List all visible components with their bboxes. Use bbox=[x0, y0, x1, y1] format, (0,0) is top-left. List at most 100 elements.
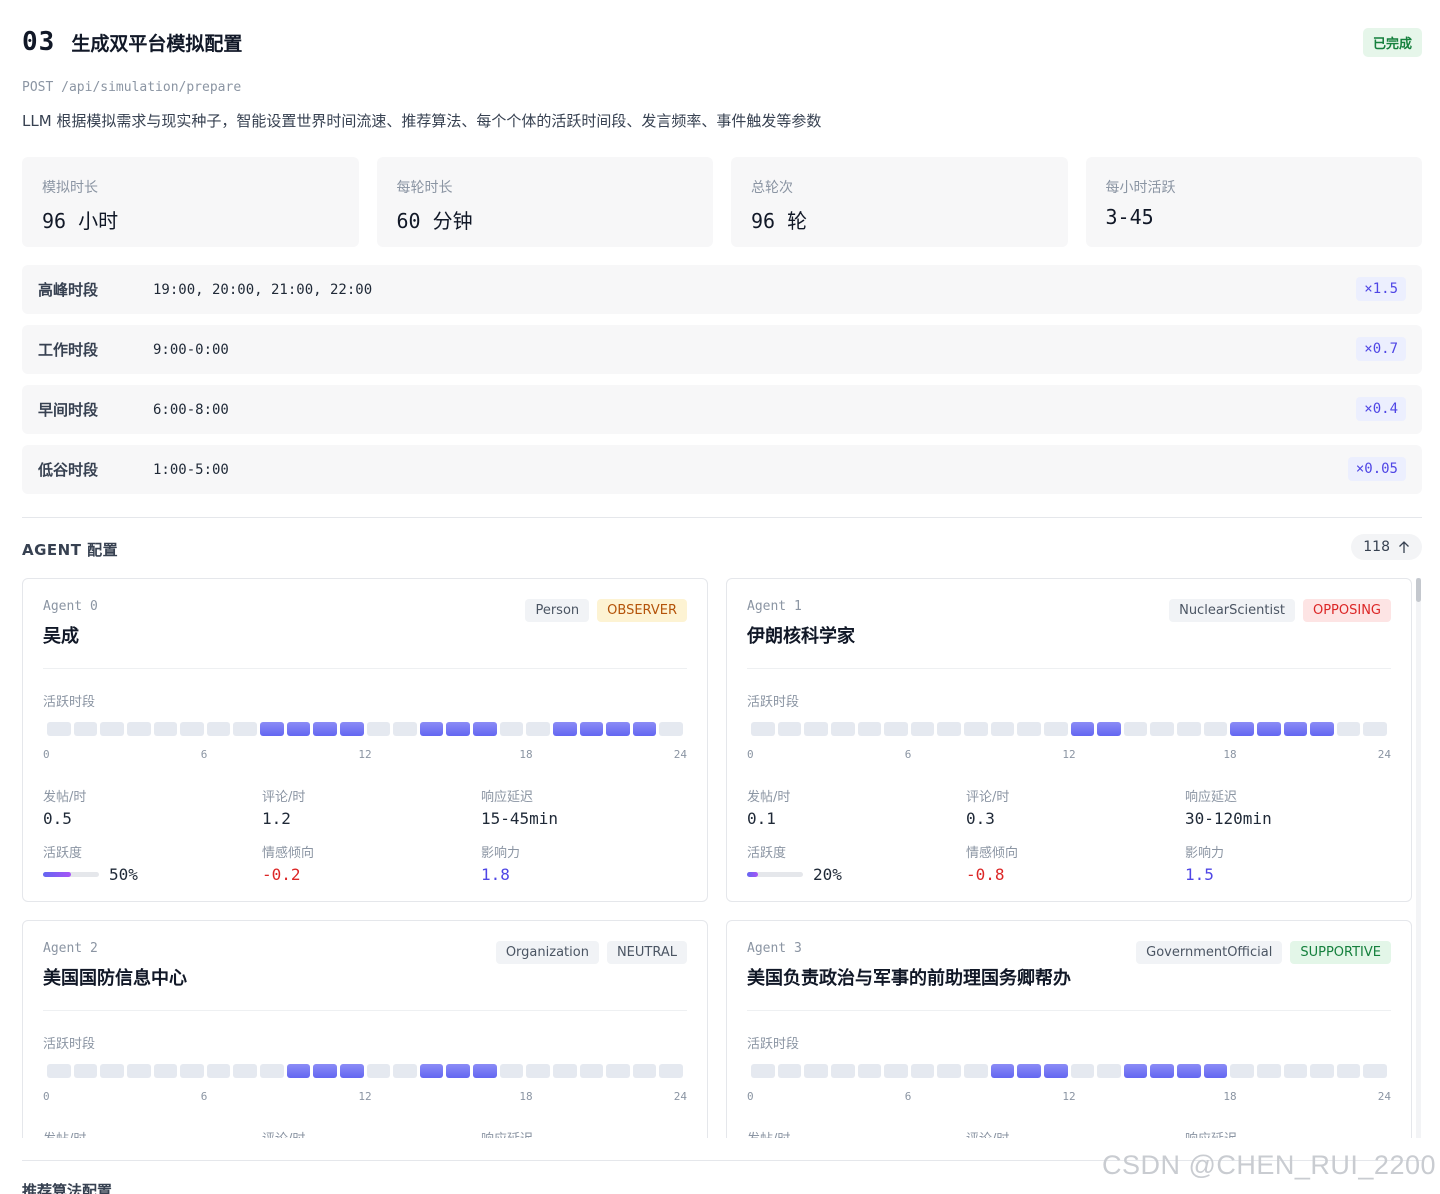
hour-cell bbox=[1043, 1064, 1068, 1078]
agent-name: 伊朗核科学家 bbox=[747, 626, 855, 647]
stance-tag: OBSERVER bbox=[597, 599, 687, 622]
metric-value: 0.3 bbox=[966, 809, 995, 828]
metric-comments: 评论/时 bbox=[966, 1128, 1185, 1138]
metric-label: 发帖/时 bbox=[43, 1128, 262, 1138]
metric-value: 15-45min bbox=[481, 809, 559, 828]
hour-cell bbox=[1150, 1064, 1174, 1078]
hour-cell bbox=[180, 1064, 204, 1078]
hour-axis: 0 6 12 18 24 bbox=[747, 1090, 1391, 1106]
hour-cell bbox=[180, 722, 204, 736]
hour-cell bbox=[1203, 1064, 1228, 1078]
metric-sentiment: 情感倾向 -0.2 bbox=[262, 842, 481, 884]
hour-cell bbox=[1070, 722, 1095, 736]
hour-cell bbox=[804, 722, 828, 736]
hour-tick-label: 0 bbox=[43, 748, 50, 761]
hour-cell bbox=[777, 722, 802, 736]
hour-cell bbox=[1310, 722, 1334, 736]
agent-card[interactable]: Agent 0 吴成 Person OBSERVER 活跃时段 0 6 12 18 24… bbox=[22, 578, 708, 902]
hour-cell bbox=[233, 1064, 257, 1078]
metric-influence: 影响力 1.5 bbox=[1185, 842, 1391, 884]
hour-tick-label: 18 bbox=[1223, 1090, 1237, 1103]
agents-scrollbar[interactable] bbox=[1416, 578, 1421, 1138]
stat-label: 每小时活跃 bbox=[1105, 180, 1176, 196]
hour-cell bbox=[552, 1064, 577, 1078]
hour-cell bbox=[632, 1064, 657, 1078]
agent-card[interactable]: Agent 1 伊朗核科学家 NuclearScientist OPPOSING… bbox=[726, 578, 1412, 902]
hour-cell bbox=[884, 1064, 908, 1078]
metric-label: 响应延迟 bbox=[481, 790, 534, 805]
metric-latency: 响应延迟 bbox=[1185, 1128, 1391, 1138]
stat-card-total-rounds: 总轮次 96 轮 bbox=[731, 157, 1068, 247]
hour-cell bbox=[73, 722, 98, 736]
card-divider bbox=[43, 668, 687, 669]
hour-cell bbox=[499, 722, 524, 736]
metric-comments: 评论/时 0.3 bbox=[966, 786, 1185, 828]
hour-cell bbox=[1310, 1064, 1334, 1078]
status-badge: 已完成 bbox=[1362, 28, 1422, 57]
active-hours-label: 活跃时段 bbox=[747, 695, 800, 710]
agent-name: 美国负责政治与军事的前助理国务卿帮办 bbox=[747, 968, 1071, 989]
agents-grid: Agent 0 吴成 Person OBSERVER 活跃时段 0 6 12 18 24… bbox=[22, 578, 1422, 1138]
agent-metrics: 发帖/时 评论/时 响应延迟 bbox=[43, 1128, 687, 1138]
hour-cell bbox=[73, 1064, 98, 1078]
hour-cell bbox=[804, 1064, 828, 1078]
hour-cell bbox=[579, 1064, 604, 1078]
stat-label: 模拟时长 bbox=[42, 180, 98, 196]
hour-cell bbox=[126, 722, 151, 736]
agents-section-title: AGENT 配置 bbox=[22, 541, 119, 559]
hour-tick-label: 6 bbox=[904, 748, 912, 761]
stats-row: 模拟时长 96 小时 每轮时长 60 分钟 总轮次 96 轮 每小时活跃 3-4… bbox=[22, 157, 1422, 247]
period-row-offpeak: 低谷时段 1:00-5:00 ×0.05 bbox=[22, 445, 1422, 494]
hour-axis: 0 6 12 18 24 bbox=[43, 1090, 687, 1106]
metric-label: 发帖/时 bbox=[747, 1128, 966, 1138]
metric-value: 0.1 bbox=[747, 809, 776, 828]
hour-cell bbox=[1283, 1064, 1308, 1078]
hour-cell bbox=[366, 722, 391, 736]
hour-cell bbox=[286, 1064, 311, 1078]
metric-label: 评论/时 bbox=[966, 790, 1010, 805]
agent-card[interactable]: Agent 2 美国国防信息中心 Organization NEUTRAL 活跃… bbox=[22, 920, 708, 1138]
hour-cell bbox=[964, 722, 988, 736]
entity-type-tag: NuclearScientist bbox=[1169, 599, 1295, 622]
recommendation-section-title: 推荐算法配置 bbox=[22, 1182, 113, 1194]
metric-label: 影响力 bbox=[481, 846, 521, 861]
period-row-peak: 高峰时段 19:00, 20:00, 21:00, 22:00 ×1.5 bbox=[22, 265, 1422, 314]
active-hours-label: 活跃时段 bbox=[43, 695, 96, 710]
period-multiplier: ×0.05 bbox=[1347, 457, 1406, 481]
metric-label: 情感倾向 bbox=[966, 846, 1019, 861]
hour-cell bbox=[910, 722, 935, 736]
card-divider bbox=[747, 668, 1391, 669]
hour-tick-label: 12 bbox=[1062, 748, 1076, 761]
agent-count-toggle[interactable]: 118 bbox=[1351, 534, 1422, 560]
hour-tick-label: 6 bbox=[200, 748, 208, 761]
hour-cell bbox=[153, 722, 178, 736]
api-endpoint: POST /api/simulation/prepare bbox=[22, 80, 242, 95]
hour-cell bbox=[579, 722, 604, 736]
stat-label: 每轮时长 bbox=[396, 180, 453, 196]
hour-cell bbox=[366, 1064, 391, 1078]
agent-name: 美国国防信息中心 bbox=[43, 968, 187, 989]
stat-label: 总轮次 bbox=[751, 180, 793, 196]
hour-tick-label: 12 bbox=[358, 748, 372, 761]
agent-card[interactable]: Agent 3 美国负责政治与军事的前助理国务卿帮办 GovernmentOff… bbox=[726, 920, 1412, 1138]
agents-scroll-area[interactable]: Agent 0 吴成 Person OBSERVER 活跃时段 0 6 12 18 24… bbox=[22, 578, 1422, 1138]
scrollbar-thumb[interactable] bbox=[1416, 578, 1421, 602]
hour-cell bbox=[659, 722, 683, 736]
hour-cell bbox=[1017, 722, 1041, 736]
hour-cell bbox=[1203, 722, 1228, 736]
metric-label: 响应延迟 bbox=[481, 1128, 687, 1138]
stat-value: 60 分钟 bbox=[396, 209, 473, 233]
metric-influence: 影响力 1.8 bbox=[481, 842, 687, 884]
hour-cell bbox=[751, 722, 775, 736]
hour-cell bbox=[526, 1064, 550, 1078]
step-number: 03 bbox=[22, 27, 56, 57]
stat-card-duration: 模拟时长 96 小时 bbox=[22, 157, 359, 247]
metric-comments: 评论/时 bbox=[262, 1128, 481, 1138]
metric-label: 响应延迟 bbox=[1185, 1128, 1391, 1138]
metric-sentiment: 情感倾向 -0.8 bbox=[966, 842, 1185, 884]
hour-cell bbox=[884, 722, 908, 736]
activity-fill bbox=[43, 872, 71, 877]
hour-cell bbox=[153, 1064, 178, 1078]
hour-cell bbox=[126, 1064, 151, 1078]
stat-value: 3-45 bbox=[1105, 205, 1154, 229]
